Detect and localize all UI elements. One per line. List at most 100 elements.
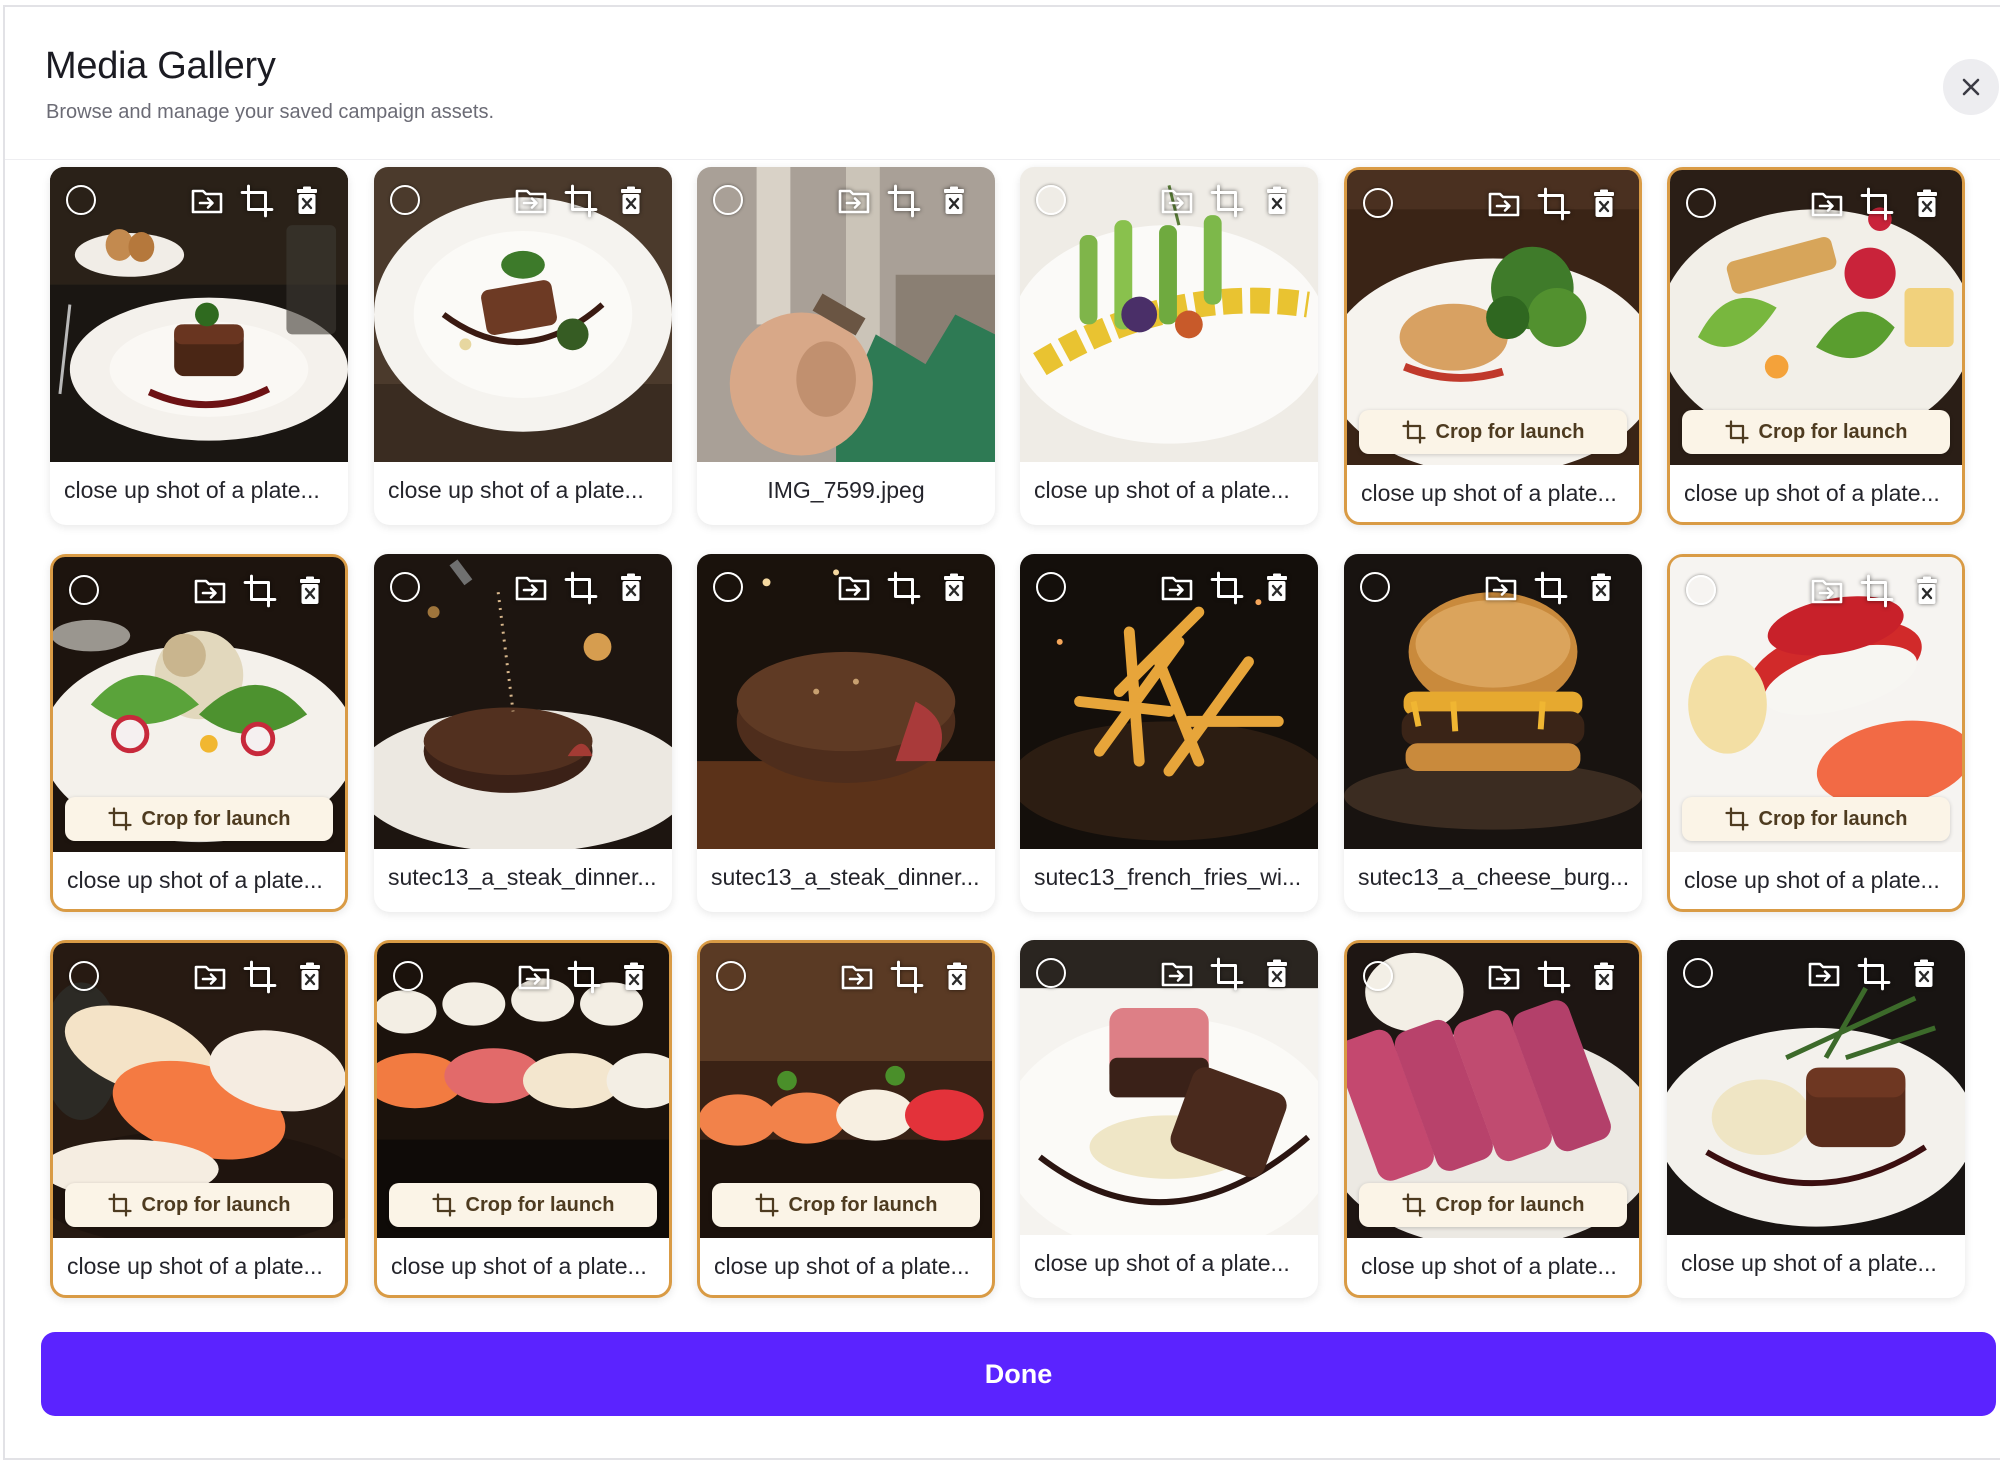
- crop-button[interactable]: [238, 183, 276, 219]
- media-card[interactable]: sutec13_french_fries_wi...: [1020, 554, 1318, 912]
- media-thumbnail[interactable]: Crop for launch: [700, 943, 992, 1238]
- media-card[interactable]: close up shot of a plate...: [50, 167, 348, 525]
- select-circle-icon[interactable]: [1036, 185, 1066, 215]
- delete-button[interactable]: [1908, 186, 1946, 222]
- media-card[interactable]: Crop for launch close up shot of a plate…: [1667, 554, 1965, 912]
- delete-button[interactable]: [615, 959, 653, 995]
- move-button[interactable]: [191, 573, 229, 609]
- move-button[interactable]: [1808, 573, 1846, 609]
- media-thumbnail[interactable]: [374, 554, 672, 849]
- delete-button[interactable]: [1905, 956, 1943, 992]
- move-button[interactable]: [1158, 183, 1196, 219]
- select-circle-icon[interactable]: [1363, 961, 1393, 991]
- media-thumbnail[interactable]: Crop for launch: [1347, 943, 1639, 1238]
- media-card[interactable]: Crop for launch close up shot of a plate…: [697, 940, 995, 1298]
- select-circle-icon[interactable]: [716, 961, 746, 991]
- select-circle-icon[interactable]: [393, 961, 423, 991]
- media-thumbnail[interactable]: [1020, 167, 1318, 462]
- delete-button[interactable]: [1258, 570, 1296, 606]
- media-card[interactable]: close up shot of a plate...: [1667, 940, 1965, 1298]
- select-circle-icon[interactable]: [1360, 572, 1390, 602]
- select-circle-icon[interactable]: [69, 575, 99, 605]
- media-thumbnail[interactable]: [1667, 940, 1965, 1235]
- select-circle-icon[interactable]: [390, 572, 420, 602]
- move-button[interactable]: [835, 183, 873, 219]
- media-card[interactable]: IMG_7599.jpeg: [697, 167, 995, 525]
- crop-for-launch-button[interactable]: Crop for launch: [65, 797, 333, 841]
- crop-button[interactable]: [885, 570, 923, 606]
- media-thumbnail[interactable]: [1020, 554, 1318, 849]
- select-circle-icon[interactable]: [1686, 188, 1716, 218]
- media-thumbnail[interactable]: Crop for launch: [53, 557, 345, 852]
- media-card[interactable]: close up shot of a plate...: [1020, 167, 1318, 525]
- select-circle-icon[interactable]: [1036, 572, 1066, 602]
- delete-button[interactable]: [612, 570, 650, 606]
- crop-button[interactable]: [1535, 186, 1573, 222]
- crop-button[interactable]: [1208, 570, 1246, 606]
- move-button[interactable]: [1805, 956, 1843, 992]
- crop-for-launch-button[interactable]: Crop for launch: [389, 1183, 657, 1227]
- media-card[interactable]: sutec13_a_cheese_burg...: [1344, 554, 1642, 912]
- delete-button[interactable]: [1258, 183, 1296, 219]
- crop-for-launch-button[interactable]: Crop for launch: [712, 1183, 980, 1227]
- delete-button[interactable]: [291, 573, 329, 609]
- move-button[interactable]: [191, 959, 229, 995]
- delete-button[interactable]: [935, 570, 973, 606]
- media-card[interactable]: Crop for launch close up shot of a plate…: [1667, 167, 1965, 525]
- crop-for-launch-button[interactable]: Crop for launch: [1682, 410, 1950, 454]
- select-circle-icon[interactable]: [390, 185, 420, 215]
- crop-button[interactable]: [241, 959, 279, 995]
- crop-for-launch-button[interactable]: Crop for launch: [1682, 797, 1950, 841]
- delete-button[interactable]: [612, 183, 650, 219]
- select-circle-icon[interactable]: [1036, 958, 1066, 988]
- done-button[interactable]: Done: [41, 1332, 1996, 1416]
- crop-button[interactable]: [888, 959, 926, 995]
- media-thumbnail[interactable]: Crop for launch: [1347, 170, 1639, 465]
- move-button[interactable]: [1482, 570, 1520, 606]
- select-circle-icon[interactable]: [66, 185, 96, 215]
- media-card[interactable]: Crop for launch close up shot of a plate…: [1344, 167, 1642, 525]
- select-circle-icon[interactable]: [1686, 575, 1716, 605]
- media-thumbnail[interactable]: Crop for launch: [53, 943, 345, 1238]
- delete-button[interactable]: [938, 959, 976, 995]
- delete-button[interactable]: [1908, 573, 1946, 609]
- move-button[interactable]: [512, 183, 550, 219]
- delete-button[interactable]: [288, 183, 326, 219]
- close-button[interactable]: [1943, 59, 1999, 115]
- media-thumbnail[interactable]: [697, 167, 995, 462]
- move-button[interactable]: [515, 959, 553, 995]
- media-card[interactable]: Crop for launch close up shot of a plate…: [1344, 940, 1642, 1298]
- media-card[interactable]: Crop for launch close up shot of a plate…: [50, 940, 348, 1298]
- crop-button[interactable]: [1855, 956, 1893, 992]
- move-button[interactable]: [1808, 186, 1846, 222]
- crop-button[interactable]: [1208, 956, 1246, 992]
- media-card[interactable]: Crop for launch close up shot of a plate…: [50, 554, 348, 912]
- delete-button[interactable]: [1585, 959, 1623, 995]
- select-circle-icon[interactable]: [1363, 188, 1393, 218]
- move-button[interactable]: [838, 959, 876, 995]
- media-card[interactable]: Crop for launch close up shot of a plate…: [374, 940, 672, 1298]
- move-button[interactable]: [1485, 186, 1523, 222]
- media-card[interactable]: close up shot of a plate...: [374, 167, 672, 525]
- crop-button[interactable]: [562, 570, 600, 606]
- crop-button[interactable]: [1858, 186, 1896, 222]
- delete-button[interactable]: [935, 183, 973, 219]
- move-button[interactable]: [835, 570, 873, 606]
- move-button[interactable]: [1158, 956, 1196, 992]
- media-card[interactable]: sutec13_a_steak_dinner...: [374, 554, 672, 912]
- media-thumbnail[interactable]: Crop for launch: [377, 943, 669, 1238]
- media-card[interactable]: sutec13_a_steak_dinner...: [697, 554, 995, 912]
- crop-button[interactable]: [241, 573, 279, 609]
- crop-button[interactable]: [1858, 573, 1896, 609]
- select-circle-icon[interactable]: [713, 572, 743, 602]
- media-thumbnail[interactable]: [374, 167, 672, 462]
- crop-for-launch-button[interactable]: Crop for launch: [1359, 410, 1627, 454]
- delete-button[interactable]: [1582, 570, 1620, 606]
- media-thumbnail[interactable]: Crop for launch: [1670, 557, 1962, 852]
- media-thumbnail[interactable]: [1020, 940, 1318, 1235]
- delete-button[interactable]: [1258, 956, 1296, 992]
- media-thumbnail[interactable]: [697, 554, 995, 849]
- media-card[interactable]: close up shot of a plate...: [1020, 940, 1318, 1298]
- delete-button[interactable]: [291, 959, 329, 995]
- crop-button[interactable]: [562, 183, 600, 219]
